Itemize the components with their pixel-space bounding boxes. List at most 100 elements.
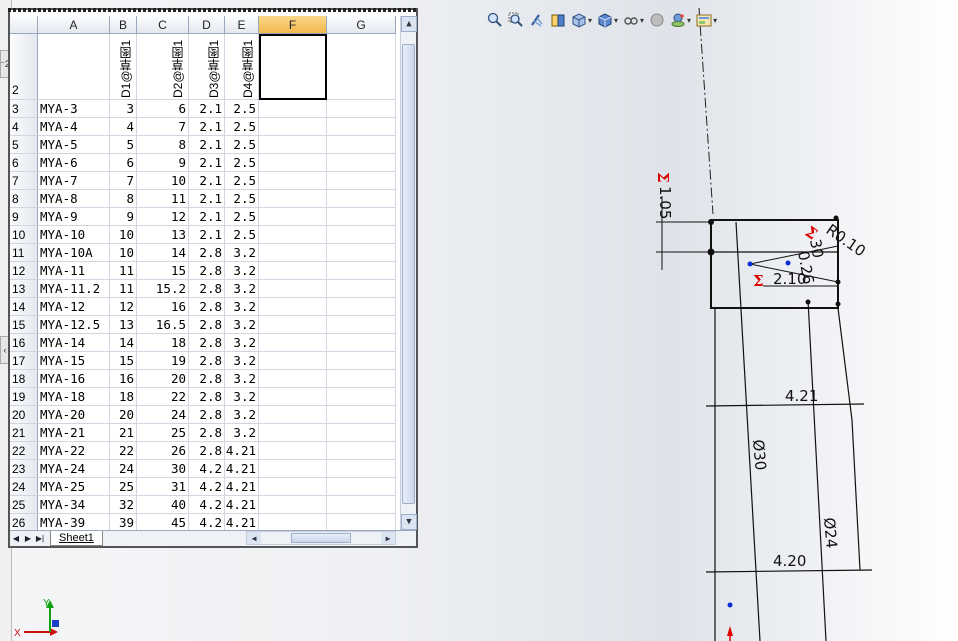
cell-d4[interactable]: 3.2 [225,370,259,388]
cell-d1[interactable]: 4 [110,118,137,136]
cell-g[interactable] [327,118,396,136]
row-header[interactable]: 2 [10,34,38,100]
design-table-spreadsheet[interactable]: A B C D E F G 2 D1@草图1 D2@草图1 D3@草图1 D4@… [8,8,418,548]
cell-f[interactable] [259,100,327,118]
cell-f[interactable] [259,280,327,298]
sketch-point[interactable] [833,215,839,221]
cell-d4[interactable]: 3.2 [225,334,259,352]
sheet-grid[interactable]: 2 D1@草图1 D2@草图1 D3@草图1 D4@草图1 3 MYA-3 3 6 2.… [10,34,400,534]
column-header-f[interactable]: F [259,16,327,34]
cell-d3[interactable]: 4.2 [189,478,225,496]
cell-d2[interactable]: 31 [137,478,189,496]
cell-d4[interactable]: 4.21 [225,460,259,478]
row-header[interactable]: 22 [10,442,38,460]
cell-d3[interactable]: 2.1 [189,154,225,172]
cell-d3[interactable]: 4.2 [189,460,225,478]
column-header-b[interactable]: B [110,16,137,34]
cell-part-name[interactable]: MYA-9 [38,208,110,226]
row-header[interactable]: 20 [10,406,38,424]
scroll-thumb[interactable] [402,44,415,504]
cell-d3[interactable]: 2.1 [189,172,225,190]
cell-d4[interactable]: 3.2 [225,262,259,280]
cell-g[interactable] [327,352,396,370]
cell-g[interactable] [327,460,396,478]
cell-f[interactable] [259,460,327,478]
column-header-e[interactable]: E [225,16,259,34]
cell-d4[interactable]: 3.2 [225,424,259,442]
column-header-g[interactable]: G [327,16,396,34]
cell-part-name[interactable]: MYA-6 [38,154,110,172]
dimension-diameter-24[interactable]: Ø24 [820,517,841,549]
row-header[interactable]: 9 [10,208,38,226]
row-header[interactable]: 23 [10,460,38,478]
cell-d1[interactable]: 9 [110,208,137,226]
dimension-diameter-30[interactable]: Ø30 [749,439,770,471]
cell-d2[interactable]: 16.5 [137,316,189,334]
cell-f[interactable] [259,334,327,352]
cell-d2[interactable]: 30 [137,460,189,478]
cell-d2[interactable]: 10 [137,172,189,190]
cell-part-name[interactable]: MYA-14 [38,334,110,352]
cell-part-name[interactable]: MYA-21 [38,424,110,442]
chevron-down-icon[interactable]: ▾ [614,16,618,25]
cell-d4[interactable]: 2.5 [225,172,259,190]
cell-part-name[interactable]: MYA-24 [38,460,110,478]
scroll-right-icon[interactable]: ▶ [381,532,395,544]
cell-d4[interactable]: 3.2 [225,244,259,262]
cell-g[interactable] [327,316,396,334]
row-header[interactable]: 7 [10,172,38,190]
row-header[interactable]: 11 [10,244,38,262]
cell-part-name[interactable]: MYA-8 [38,190,110,208]
cell-d1[interactable]: 11 [110,262,137,280]
cell-d1[interactable]: 7 [110,172,137,190]
cell-d2[interactable]: 26 [137,442,189,460]
cell-d3[interactable]: 2.8 [189,406,225,424]
cell-d2[interactable]: 40 [137,496,189,514]
cell-f[interactable] [259,154,327,172]
cell-d3[interactable]: 2.1 [189,118,225,136]
row-header[interactable]: 8 [10,190,38,208]
sketch-point[interactable] [708,219,714,225]
cell-d3[interactable]: 2.8 [189,370,225,388]
row-header[interactable]: 21 [10,424,38,442]
row-header[interactable]: 3 [10,100,38,118]
row-header[interactable]: 18 [10,370,38,388]
sketch-point[interactable] [707,248,715,256]
angle-dimension[interactable]: 30 [806,238,827,260]
cell-f[interactable] [259,190,327,208]
cell-d1[interactable]: 24 [110,460,137,478]
zoom-area-button[interactable] [507,10,525,30]
cell-g2[interactable] [327,34,396,100]
cell-f[interactable] [259,478,327,496]
cell-part-name[interactable]: MYA-5 [38,136,110,154]
chevron-down-icon[interactable]: ▾ [713,16,717,25]
cell-part-name[interactable]: MYA-3 [38,100,110,118]
cell-g[interactable] [327,478,396,496]
cell-d4[interactable]: 2.5 [225,154,259,172]
origin-point[interactable] [727,602,733,608]
scroll-up-icon[interactable]: ▲ [401,16,417,32]
cell-g[interactable] [327,424,396,442]
cell-g[interactable] [327,154,396,172]
cell-g[interactable] [327,280,396,298]
cell-d2[interactable]: 15 [137,262,189,280]
row-header[interactable]: 13 [10,280,38,298]
cell-d2[interactable]: 8 [137,136,189,154]
cell-f[interactable] [259,208,327,226]
cell-g[interactable] [327,442,396,460]
cell-d4[interactable]: 2.5 [225,208,259,226]
cell-d1[interactable]: 14 [110,334,137,352]
row-header[interactable]: 24 [10,478,38,496]
cell-part-name[interactable]: MYA-7 [38,172,110,190]
cell-d4[interactable]: 3.2 [225,298,259,316]
cell-d2[interactable]: 22 [137,388,189,406]
cell-d4[interactable]: 2.5 [225,226,259,244]
cell-g[interactable] [327,100,396,118]
select-all-corner[interactable] [10,16,38,34]
previous-view-button[interactable] [528,10,546,30]
scroll-thumb[interactable] [291,533,351,543]
chevron-down-icon[interactable]: ▾ [687,16,691,25]
horizontal-scrollbar[interactable]: ◀ ▶ [246,531,396,545]
cell-d1[interactable]: 21 [110,424,137,442]
row-header[interactable]: 5 [10,136,38,154]
